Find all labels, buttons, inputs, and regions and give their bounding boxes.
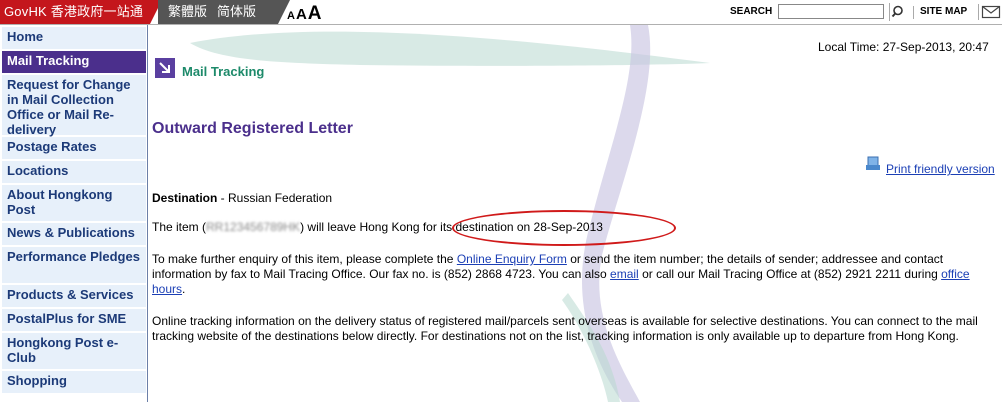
mail-icon (981, 5, 1001, 19)
page-title: Outward Registered Letter (152, 120, 353, 137)
destination-value: - Russian Federation (217, 191, 333, 205)
sidebar-item-products[interactable]: Products & Services (2, 285, 146, 307)
item-prefix: The item ( (152, 220, 207, 234)
local-time: Local Time: 27-Sep-2013, 20:47 (818, 40, 989, 54)
lang-traditional-link[interactable]: 繁體版 (168, 4, 207, 19)
search-input[interactable] (778, 4, 884, 19)
search-button[interactable] (889, 3, 908, 21)
print-friendly-link[interactable]: Print friendly version (886, 162, 995, 176)
sidebar-item-home[interactable]: Home (2, 27, 146, 49)
font-small-button[interactable]: A (287, 10, 295, 22)
enquiry-text-4: . (182, 282, 186, 296)
sidebar-item-news[interactable]: News & Publications (2, 223, 146, 245)
annotation-oval (452, 210, 676, 246)
sitemap-link[interactable]: SITE MAP (913, 6, 967, 19)
destination-line: Destination - Russian Federation (152, 191, 1000, 206)
lang-simplified-link[interactable]: 简体版 (217, 4, 256, 19)
breadcrumb: Mail Tracking (182, 64, 265, 79)
language-switcher: 繁體版 简体版 (158, 0, 290, 24)
sidebar-item-eclub[interactable]: Hongkong Post e-Club (2, 333, 146, 369)
font-large-button[interactable]: A (308, 3, 322, 25)
sidebar-item-request-change[interactable]: Request for Change in Mail Collection Of… (2, 75, 146, 137)
sidebar-item-about[interactable]: About Hongkong Post (2, 185, 146, 221)
font-medium-button[interactable]: A (296, 6, 307, 23)
sidebar-nav: Home Mail Tracking Request for Change in… (0, 25, 148, 402)
font-size-controls: AAA (287, 3, 323, 25)
enquiry-paragraph: To make further enquiry of this item, pl… (152, 252, 1000, 297)
online-enquiry-form-link[interactable]: Online Enquiry Form (457, 252, 567, 266)
search-icon (891, 5, 903, 18)
enquiry-text-1: To make further enquiry of this item, pl… (152, 252, 457, 266)
item-number: RR123456789HK (206, 220, 301, 234)
search-label: SEARCH (730, 6, 773, 17)
online-tracking-paragraph: Online tracking information on the deliv… (152, 314, 978, 343)
sidebar-item-locations[interactable]: Locations (2, 161, 146, 183)
top-bar: GovHK 香港政府一站通 繁體版 简体版 AAA SEARCH SITE MAP (0, 0, 1002, 25)
sidebar-item-postage-rates[interactable]: Postage Rates (2, 137, 146, 159)
mail-button[interactable] (978, 4, 1002, 20)
sidebar-item-pledges[interactable]: Performance Pledges (2, 247, 146, 283)
enquiry-text-3: or call our Mail Tracing Office at (852)… (638, 267, 942, 281)
print-icon[interactable] (865, 156, 881, 172)
arrow-icon (155, 58, 175, 78)
destination-label: Destination (152, 191, 218, 205)
sidebar-item-postalplus[interactable]: PostalPlus for SME (2, 309, 146, 331)
sidebar-item-shopping[interactable]: Shopping (2, 371, 146, 393)
govhk-logo-link[interactable]: GovHK 香港政府一站通 (0, 0, 162, 24)
sidebar-item-mail-tracking[interactable]: Mail Tracking (2, 51, 146, 73)
email-link[interactable]: email (610, 267, 639, 281)
